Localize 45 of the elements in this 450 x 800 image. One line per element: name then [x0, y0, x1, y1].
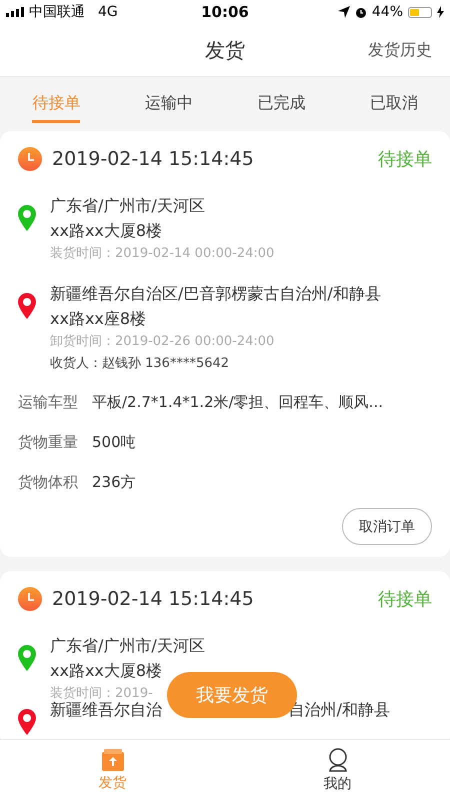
- status-time: 10:06: [201, 3, 249, 21]
- battery-icon: [408, 6, 432, 18]
- delivery-street: xx路xx座8楼: [50, 308, 146, 330]
- pickup-region: 广东省/广州市/天河区: [50, 635, 205, 657]
- detail-label: 运输车型: [18, 393, 78, 412]
- alarm-icon: [354, 6, 367, 18]
- delivery-region: 新疆维吾尔自治: [50, 700, 162, 721]
- delivery-pin-icon: [18, 293, 36, 319]
- delivery-pin-icon: [18, 709, 36, 735]
- charging-icon: [437, 6, 444, 18]
- status-tab[interactable]: 已取消: [370, 84, 418, 122]
- detail-value: 236方: [92, 473, 136, 492]
- history-link[interactable]: 发货历史: [368, 40, 432, 60]
- user-icon: [326, 748, 348, 772]
- clock-icon: [18, 587, 42, 611]
- detail-value: 500吨: [92, 433, 136, 452]
- pickup-region: 广东省/广州市/天河区: [50, 195, 205, 217]
- status-tab[interactable]: 运输中: [144, 84, 193, 122]
- box-icon: [102, 748, 124, 770]
- battery-percent: 44%: [372, 4, 403, 20]
- consignee-info: 收货人：赵钱孙 136****5642: [50, 355, 230, 373]
- detail-label: 货物重量: [18, 433, 78, 452]
- status-tab[interactable]: 已完成: [257, 84, 306, 122]
- detail-value: 平板/2.7*1.4*1.2米/零担、回程车、顺风...: [92, 393, 383, 412]
- cancel-order-button[interactable]: 取消订单: [342, 508, 432, 545]
- pickup-street: xx路xx大厦8楼: [50, 220, 162, 242]
- detail-label: 货物体积: [18, 473, 78, 492]
- delivery-time: 卸货时间：2019-02-26 00:00-24:00: [50, 333, 274, 351]
- delivery-region: 新疆维吾尔自治区/巴音郭楞蒙古自治州/和静县: [50, 283, 381, 305]
- order-time: 2019-02-14 15:14:45: [52, 588, 255, 610]
- signal-icon: [6, 7, 24, 17]
- order-time: 2019-02-14 15:14:45: [52, 148, 255, 170]
- clock-icon: [18, 147, 42, 171]
- carrier-name: 中国联通: [29, 3, 85, 21]
- pickup-time: 装货时间：2019-: [50, 685, 153, 702]
- page-title: 发货: [205, 36, 245, 64]
- order-status: 待接单: [378, 588, 432, 611]
- pickup-street: xx路xx大厦8楼: [50, 660, 162, 682]
- bottom-tab[interactable]: 我的: [225, 740, 450, 800]
- pickup-time: 装货时间：2019-02-14 00:00-24:00: [50, 245, 274, 263]
- order-status: 待接单: [378, 148, 432, 171]
- location-icon: [338, 6, 350, 18]
- network-type: 4G: [98, 4, 118, 20]
- pickup-pin-icon: [18, 205, 36, 231]
- pickup-pin-icon: [18, 645, 36, 671]
